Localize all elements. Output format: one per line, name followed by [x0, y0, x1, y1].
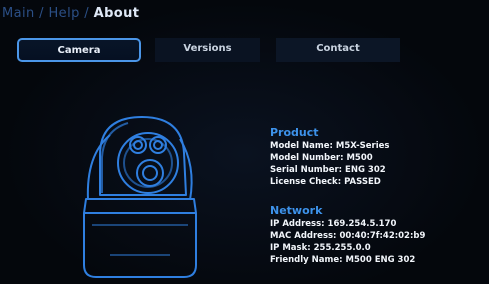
info-value: M5X-Series	[335, 141, 390, 151]
info-value: M500 ENG 302	[345, 255, 416, 265]
info-row: Model Number: M500	[270, 152, 389, 164]
breadcrumb-about: About	[93, 6, 140, 21]
info-label: Model Name:	[270, 141, 333, 151]
breadcrumb-main[interactable]: Main	[2, 6, 35, 21]
breadcrumb: Main / Help / About	[2, 6, 139, 21]
info-label: MAC Address:	[270, 231, 337, 241]
tab-versions[interactable]: Versions	[155, 38, 260, 62]
info-value: M500	[346, 153, 373, 163]
network-heading: Network	[270, 204, 323, 217]
info-row: IP Address: 169.254.5.170	[270, 218, 425, 230]
breadcrumb-help[interactable]: Help	[49, 6, 80, 21]
camera-illustration-icon	[70, 95, 220, 280]
info-row: IP Mask: 255.255.0.0	[270, 242, 425, 254]
product-heading: Product	[270, 126, 319, 139]
info-row: Model Name: M5X-Series	[270, 140, 389, 152]
info-value: 169.254.5.170	[327, 219, 397, 229]
info-label: Model Number:	[270, 153, 344, 163]
info-row: Serial Number: ENG 302	[270, 164, 389, 176]
breadcrumb-separator: /	[79, 6, 94, 21]
network-section: Network IP Address: 169.254.5.170 MAC Ad…	[270, 204, 425, 266]
info-label: IP Mask:	[270, 243, 311, 253]
info-value: 00:40:7f:42:02:b9	[339, 231, 426, 241]
info-label: IP Address:	[270, 219, 325, 229]
info-label: Serial Number:	[270, 165, 343, 175]
tab-camera[interactable]: Camera	[17, 38, 141, 62]
info-label: Friendly Name:	[270, 255, 343, 265]
info-row: MAC Address: 00:40:7f:42:02:b9	[270, 230, 425, 242]
info-row: Friendly Name: M500 ENG 302	[270, 254, 425, 266]
breadcrumb-separator: /	[34, 6, 49, 21]
info-value: 255.255.0.0	[313, 243, 371, 253]
tab-contact[interactable]: Contact	[276, 38, 400, 62]
info-value: PASSED	[344, 177, 381, 187]
info-label: License Check:	[270, 177, 342, 187]
info-row: License Check: PASSED	[270, 176, 389, 188]
info-value: ENG 302	[345, 165, 386, 175]
product-section: Product Model Name: M5X-Series Model Num…	[270, 126, 389, 188]
